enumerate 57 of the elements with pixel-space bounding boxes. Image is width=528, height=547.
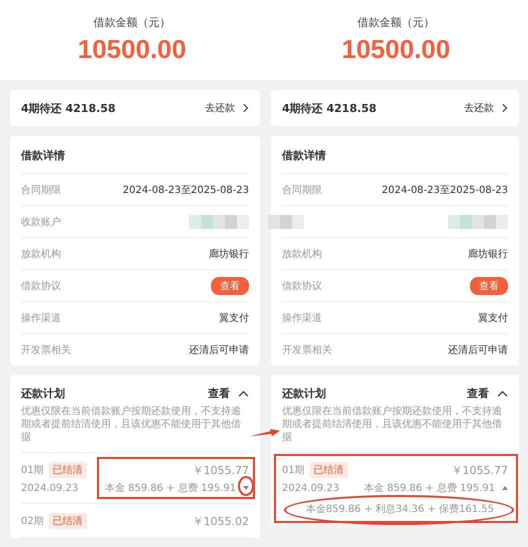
- detail-value: 廊坊银行: [468, 248, 508, 260]
- period-label: 02期: [21, 514, 44, 528]
- annotation-ellipse: [238, 476, 254, 496]
- status-tag: 已结清: [48, 513, 87, 529]
- detail-label: 借款协议: [21, 280, 61, 292]
- pending-text: 4期待还 4218.58: [21, 100, 116, 116]
- period-label: 01期: [21, 464, 44, 477]
- installment-amount: ￥1055.02: [192, 514, 249, 528]
- detail-value: 还清后可申请: [448, 344, 508, 356]
- section-title: 借款详情: [282, 136, 508, 174]
- amount-value: 10500.00: [78, 34, 186, 65]
- masked-value: [448, 214, 508, 228]
- detail-label: 操作渠道: [282, 312, 322, 324]
- due-date: 2024.09.23: [21, 482, 78, 494]
- detail-label: 开发票相关: [21, 344, 71, 356]
- detail-value: 2024-08-23至2025-08-23: [382, 184, 508, 196]
- detail-label: 合同期限: [282, 184, 322, 196]
- amount-value: 10500.00: [342, 34, 450, 65]
- detail-value: 翼支付: [478, 312, 508, 324]
- amount-summary: 本金 859.86 + 息费 195.91: [104, 482, 236, 495]
- caret-icon[interactable]: [243, 486, 249, 490]
- status-tag: 已结清: [310, 462, 348, 478]
- pending-text: 4期待还 4218.58: [282, 100, 377, 116]
- period-label: 01期: [282, 464, 305, 477]
- detail-label: 收款账户: [21, 216, 61, 228]
- repay-link[interactable]: 去还款: [464, 101, 508, 115]
- view-toggle[interactable]: 查看: [467, 386, 508, 401]
- status-tag: 已结清: [48, 462, 87, 478]
- detail-label: 操作渠道: [21, 312, 61, 324]
- section-title: 借款详情: [21, 136, 249, 174]
- amount-breakdown: 本金859.86 + 利息34.36 + 保费161.55: [306, 502, 494, 516]
- detail-label: 放款机构: [282, 248, 322, 260]
- detail-label: 借款协议: [282, 280, 322, 292]
- caret-icon[interactable]: [502, 486, 508, 490]
- repay-link[interactable]: 去还款: [205, 101, 249, 115]
- detail-label: 开发票相关: [282, 344, 332, 356]
- chevron-right-icon: [502, 103, 508, 113]
- detail-value: 2024-08-23至2025-08-23: [122, 184, 249, 196]
- masked-label: [268, 214, 304, 228]
- note-text: 优惠仅限在当前借款账户按期还款使用，不支持逾期或者提前结清使用，且该优惠不能使用于其他借据: [21, 405, 249, 453]
- note-text: 优惠仅限在当前借款账户按期还款使用，不支持逾期或者提前结清使用，且该优惠不能使用于其他借据: [282, 405, 508, 453]
- installment-amount: ￥1055.77: [192, 462, 249, 478]
- masked-value: [189, 214, 249, 228]
- detail-value: 还清后可申请: [189, 344, 249, 356]
- amount-label: 借款金额（元）: [94, 15, 170, 30]
- detail-label: 放款机构: [21, 248, 61, 260]
- section-title: 还款计划: [21, 386, 65, 401]
- detail-label: 合同期限: [21, 184, 61, 196]
- section-title: 还款计划: [282, 386, 326, 401]
- detail-value: 翼支付: [219, 312, 249, 324]
- installment-amount: ￥1055.77: [452, 462, 508, 478]
- chevron-right-icon: [243, 103, 249, 113]
- detail-value: 廊坊银行: [209, 248, 249, 260]
- amount-label: 借款金额（元）: [358, 15, 434, 30]
- due-date: 2024.09.23: [282, 482, 340, 494]
- amount-summary: 本金 859.86 + 息费 195.91: [364, 482, 495, 495]
- view-toggle[interactable]: 查看: [208, 386, 249, 401]
